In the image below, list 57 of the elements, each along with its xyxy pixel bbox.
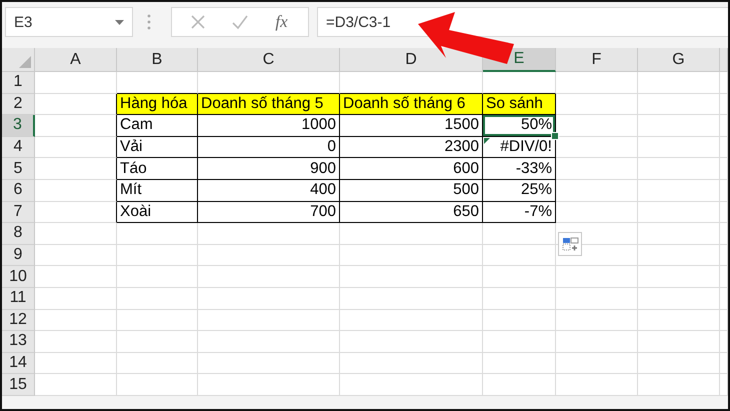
row-header[interactable]: 12 — [2, 310, 35, 332]
table-header-cell: So sánh — [483, 94, 556, 116]
column-header[interactable]: F — [556, 48, 638, 72]
table-cell[interactable]: 700 — [198, 202, 340, 224]
table-cell[interactable]: Xoài — [117, 202, 198, 224]
error-indicator-icon[interactable] — [484, 138, 490, 144]
table-cell[interactable]: Vải — [117, 136, 198, 158]
column-header[interactable]: C — [198, 48, 340, 72]
table-header-cell: Doanh số tháng 5 — [198, 94, 340, 116]
table-cell[interactable]: Cam — [117, 115, 198, 137]
row-header[interactable]: 14 — [2, 352, 35, 374]
table-cell[interactable]: 25% — [483, 180, 556, 202]
formula-bar[interactable]: =D3/C3-1 — [317, 7, 728, 37]
row-header[interactable]: 9 — [2, 244, 35, 266]
table-cell[interactable]: 500 — [340, 180, 483, 202]
grip-icon — [147, 14, 151, 30]
row-header[interactable]: 13 — [2, 331, 35, 353]
table-header-cell: Doanh số tháng 6 — [340, 94, 483, 116]
row-header[interactable]: 4 — [2, 136, 35, 158]
table-cell[interactable]: Táo — [117, 158, 198, 180]
row-header[interactable]: 10 — [2, 266, 35, 288]
row-header[interactable]: 5 — [2, 158, 35, 180]
column-header[interactable]: G — [638, 48, 720, 72]
table-cell[interactable]: -33% — [483, 158, 556, 180]
row-header[interactable]: 1 — [2, 72, 35, 94]
row-header[interactable]: 7 — [2, 202, 35, 224]
row-header[interactable]: 15 — [2, 374, 35, 396]
quick-analysis-popup[interactable] — [558, 232, 582, 256]
name-box[interactable]: E3 — [5, 7, 133, 37]
insert-function-button[interactable]: fx — [273, 12, 290, 32]
select-all-icon[interactable] — [19, 56, 31, 68]
table-cell[interactable]: 900 — [198, 158, 340, 180]
row-header[interactable]: 2 — [2, 94, 35, 116]
column-header[interactable]: D — [340, 48, 483, 72]
column-header[interactable]: A — [35, 48, 117, 72]
column-header[interactable] — [720, 48, 728, 72]
check-icon[interactable] — [230, 14, 249, 30]
table-cell[interactable]: 400 — [198, 180, 340, 202]
table-cell[interactable]: Mít — [117, 180, 198, 202]
table-cell[interactable]: 1000 — [198, 115, 340, 137]
column-header[interactable]: B — [117, 48, 198, 72]
table-cell[interactable]: #DIV/0! — [483, 136, 556, 158]
row-header[interactable]: 6 — [2, 180, 35, 202]
table-cell[interactable]: 1500 — [340, 115, 483, 137]
row-header[interactable]: 3 — [2, 115, 35, 137]
caret-icon[interactable] — [115, 20, 124, 24]
table-cell[interactable]: 0 — [198, 136, 340, 158]
table-cell[interactable]: 2300 — [340, 136, 483, 158]
cancel-icon[interactable] — [190, 14, 206, 30]
table-header-cell: Hàng hóa — [117, 94, 198, 116]
table-cell[interactable]: 600 — [340, 158, 483, 180]
table-cell[interactable]: 650 — [340, 202, 483, 224]
table-cell[interactable]: 50% — [483, 115, 556, 137]
row-header[interactable]: 8 — [2, 223, 35, 245]
table-cell[interactable]: -7% — [483, 202, 556, 224]
table-icon — [562, 236, 578, 252]
row-header[interactable]: 11 — [2, 288, 35, 310]
